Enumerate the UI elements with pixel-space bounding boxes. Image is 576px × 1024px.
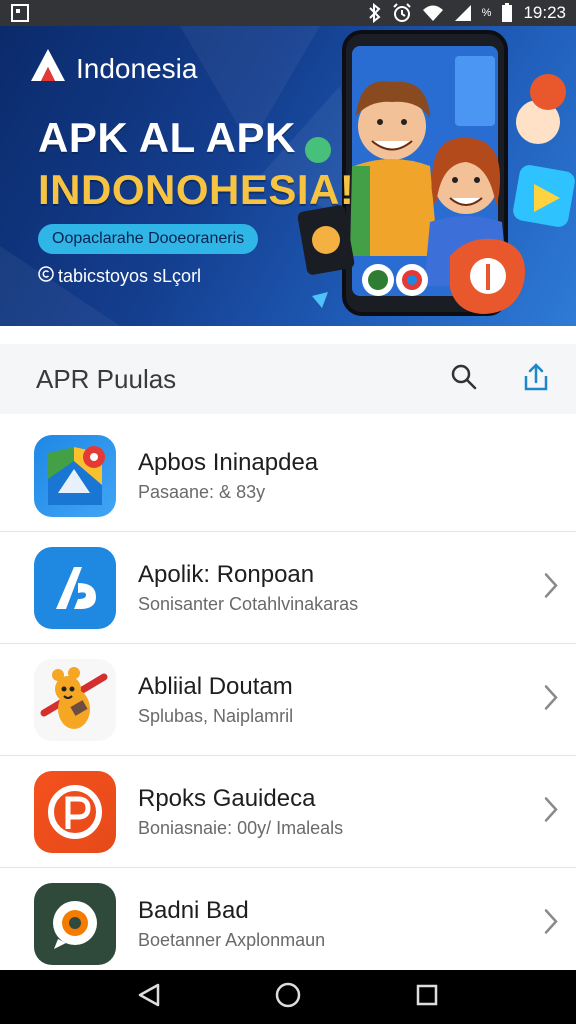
- banner-url: tabicstoyos sLçorl: [38, 266, 201, 287]
- search-icon: [450, 363, 478, 396]
- wifi-icon: [422, 4, 444, 22]
- brand-mark-icon: [28, 46, 68, 91]
- app-subtitle: Splubas, Naiplamril: [138, 705, 294, 726]
- a-letter-app-icon: [34, 546, 116, 629]
- list-item[interactable]: Rpoks Gauideca Boniasnaie: 00y/ Imaleals: [0, 756, 576, 868]
- recents-icon: [415, 983, 439, 1012]
- app-title: Rpoks Gauideca: [138, 784, 316, 812]
- banner-headline-accent: INDONOHESIA!: [38, 166, 355, 213]
- app-header: APR Puulas: [0, 344, 576, 414]
- banner-headline: APK AL APK: [38, 114, 296, 161]
- back-button[interactable]: [129, 977, 169, 1017]
- p-letter-app-icon: [34, 770, 116, 853]
- mascot-app-icon: [34, 658, 116, 741]
- brand-name: Indonesia: [76, 52, 198, 84]
- share-button[interactable]: [520, 362, 552, 397]
- maps-app-icon: [34, 434, 116, 517]
- list-item[interactable]: Abliial Doutam Splubas, Naiplamril: [0, 644, 576, 756]
- home-icon: [274, 981, 302, 1014]
- chat-app-icon: [34, 883, 116, 965]
- list-item[interactable]: Apolik: Ronpoan Sonisanter Cotahlvinakar…: [0, 532, 576, 644]
- signal-icon: [454, 4, 472, 22]
- share-icon: [522, 362, 550, 397]
- app-subtitle: Boniasnaie: 00y/ Imaleals: [138, 817, 344, 838]
- recents-button[interactable]: [407, 977, 447, 1017]
- promo-banner[interactable]: Indonesia APK AL APK INDONOHESIA! Oopacl…: [0, 26, 576, 326]
- chevron-right-icon: [544, 796, 558, 827]
- status-time: 19:23: [523, 3, 566, 22]
- chevron-right-icon: [544, 684, 558, 715]
- banner-url-text: tabicstoyos sLçorl: [58, 266, 202, 286]
- banner-cta-pill[interactable]: Oopaclarahe Dooeoraneris: [38, 224, 259, 254]
- app-list: Apbos Ininapdea Pasaane: & 83y Apolik: R…: [0, 420, 576, 980]
- back-icon: [136, 982, 162, 1013]
- app-subtitle: Sonisanter Cotahlvinakaras: [138, 593, 359, 614]
- battery-icon: [501, 3, 513, 23]
- alarm-icon: [392, 3, 412, 23]
- app-title: Apbos Ininapdea: [138, 448, 319, 476]
- list-item[interactable]: Apbos Ininapdea Pasaane: & 83y: [0, 420, 576, 532]
- app-title: Abliial Doutam: [138, 672, 293, 700]
- battery-label: %: [481, 7, 492, 19]
- status-bar: % 19:23: [0, 0, 576, 26]
- app-title: Badni Bad: [138, 897, 249, 924]
- app-subtitle: Boetanner Axplonmaun: [138, 930, 326, 950]
- page-title: APR Puulas: [36, 363, 177, 394]
- brand-logo: Indonesia: [28, 46, 197, 91]
- home-button[interactable]: [268, 977, 308, 1017]
- chevron-right-icon: [544, 572, 558, 603]
- app-title: Apolik: Ronpoan: [138, 560, 315, 588]
- search-button[interactable]: [448, 363, 480, 395]
- navigation-bar: [0, 970, 576, 1024]
- app-subtitle: Pasaane: & 83y: [138, 481, 266, 502]
- screenshot-icon: [10, 3, 30, 23]
- bluetooth-icon: [368, 3, 382, 23]
- chevron-right-icon: [544, 909, 558, 940]
- list-item[interactable]: Badni Bad Boetanner Axplonmaun: [0, 868, 576, 980]
- copyright-icon: [38, 266, 54, 287]
